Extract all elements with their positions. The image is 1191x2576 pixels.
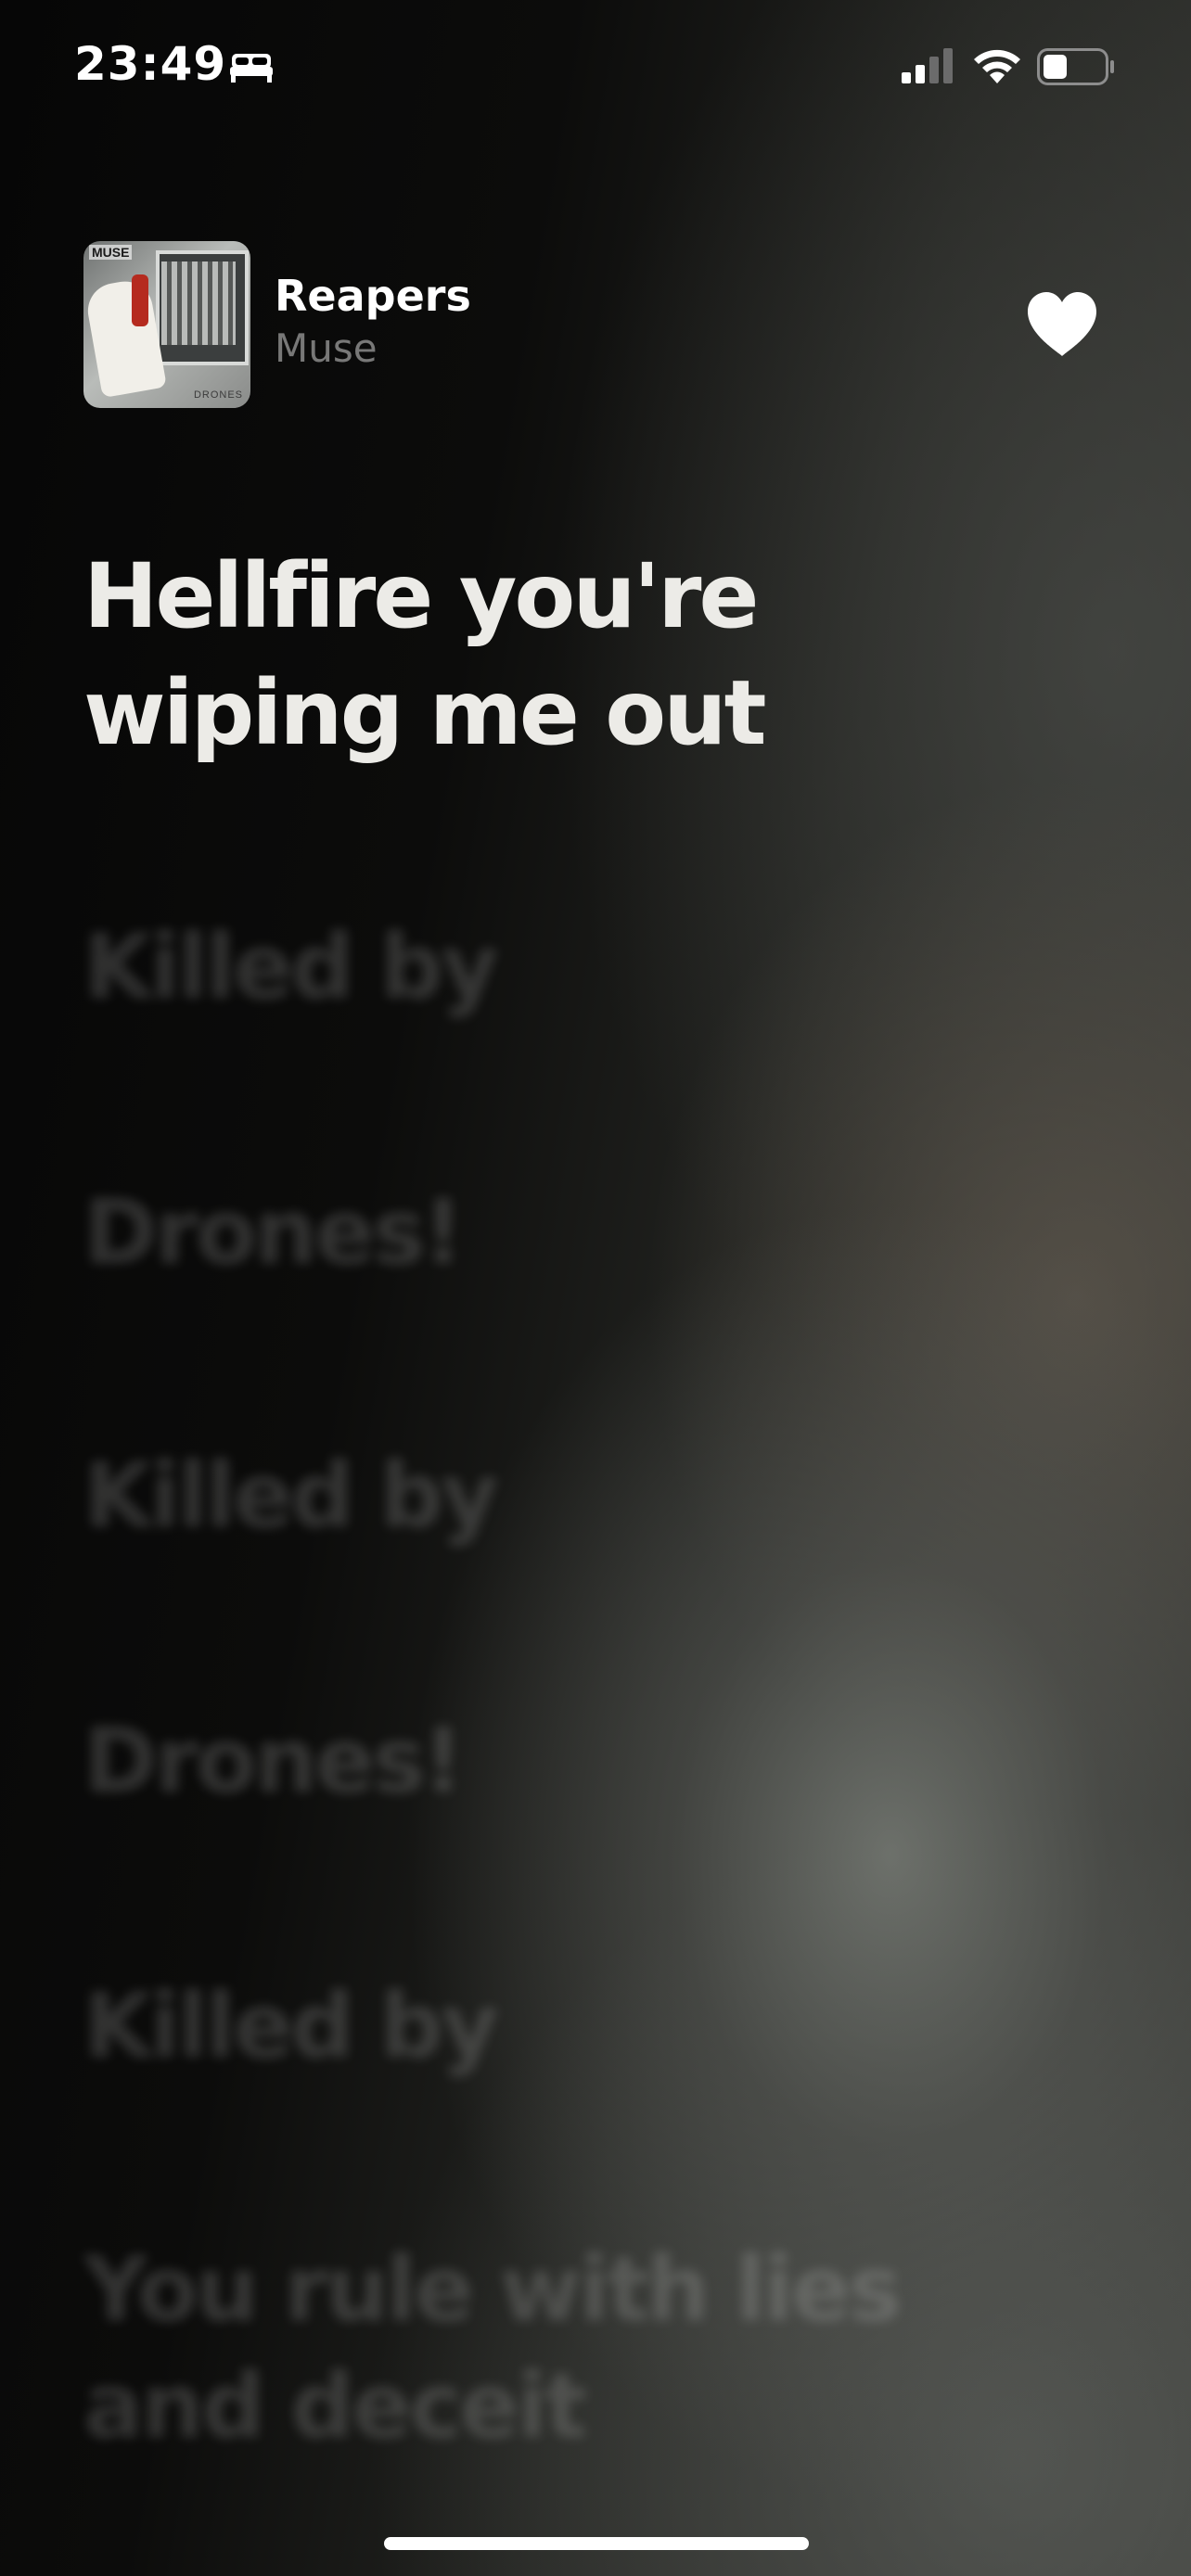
track-info[interactable]: Reapers Muse (275, 269, 471, 375)
artwork-lever (132, 274, 148, 326)
lyric-line[interactable]: Killed by (83, 909, 1104, 1026)
lyric-line[interactable]: Drones! (83, 1174, 1104, 1291)
status-bar: 23:49 (0, 0, 1191, 130)
lyric-line[interactable]: Killed by (83, 1437, 1104, 1554)
lyric-line[interactable]: Drones! (83, 1702, 1104, 1819)
artwork-band-text: MUSE (89, 245, 133, 260)
artwork-album-text: DRONES (193, 389, 243, 401)
cellular-signal-icon (902, 48, 953, 83)
lyric-line[interactable]: You rule with lies and deceit (83, 2231, 1104, 2465)
lyric-line-active[interactable]: Hellfire you're wiping me out (83, 538, 1104, 772)
wifi-icon (974, 49, 1020, 83)
now-playing-header: MUSE DRONES Reapers Muse (83, 241, 1113, 408)
bed-icon (230, 54, 273, 83)
lyrics-screen: 23:49 MUSE DRONES Reapers Muse Hellfire … (0, 0, 1191, 2576)
lyric-line[interactable]: Killed by (83, 1968, 1104, 2085)
album-artwork[interactable]: MUSE DRONES (83, 241, 250, 408)
track-artist: Muse (275, 325, 378, 371)
heart-icon[interactable] (1026, 291, 1098, 358)
battery-icon (1037, 48, 1114, 85)
artwork-figures (161, 261, 236, 345)
status-time: 23:49 (74, 37, 227, 91)
artwork-hand (83, 276, 167, 399)
track-title: Reapers (275, 271, 471, 321)
home-indicator[interactable] (384, 2537, 809, 2550)
